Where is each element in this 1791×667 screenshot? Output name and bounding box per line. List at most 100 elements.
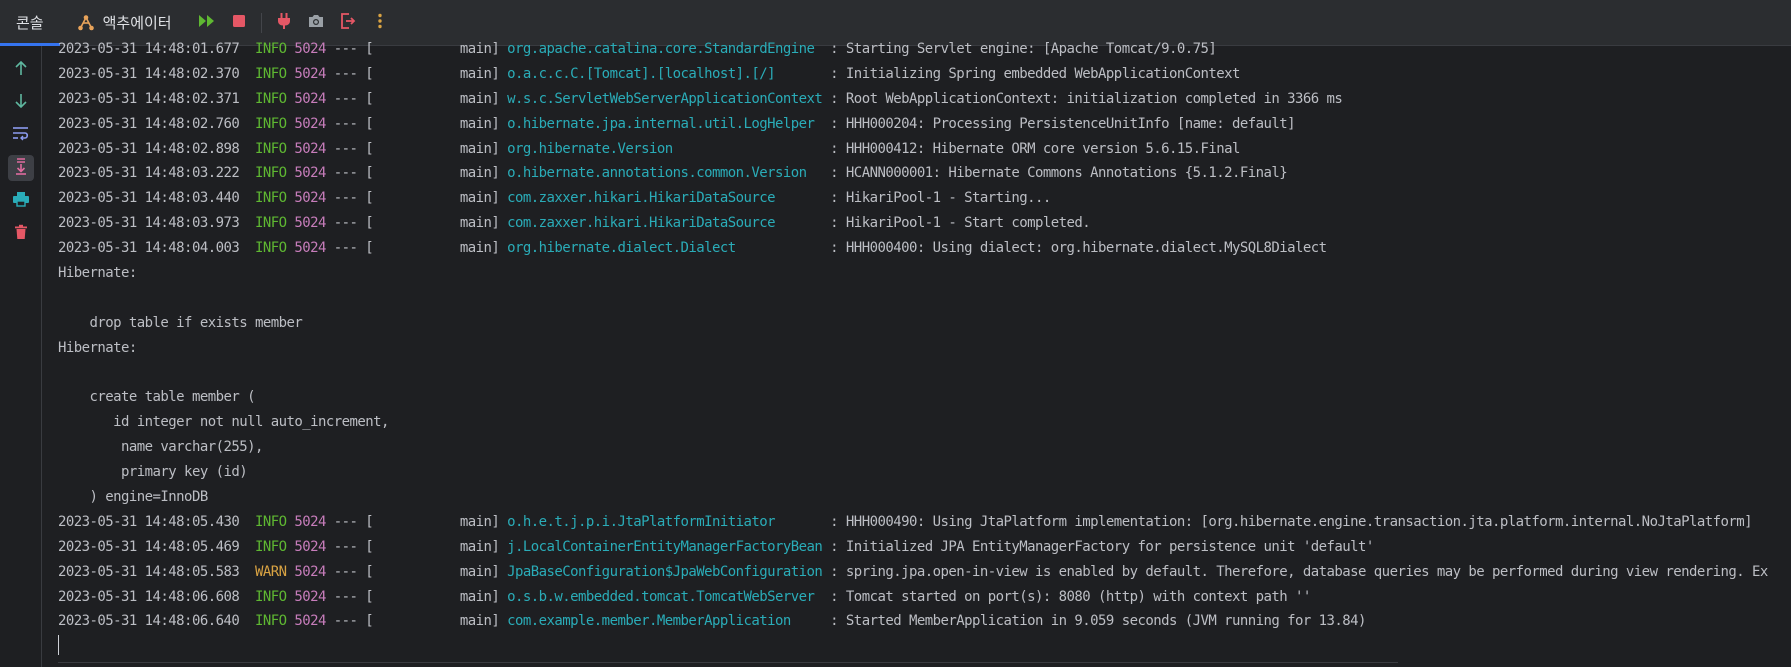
log-message: : HHH000400: Using dialect: org.hibernat… bbox=[822, 240, 1327, 257]
log-level: INFO bbox=[254, 165, 287, 182]
console-text-line: id integer not null auto_increment, bbox=[58, 410, 1791, 435]
stop-icon bbox=[232, 13, 246, 32]
log-separator: --- [ bbox=[325, 165, 374, 182]
log-logger: com.zaxxer.hikari.HikariDataSource bbox=[507, 215, 823, 232]
log-thread: main] bbox=[373, 613, 508, 630]
log-level: WARN bbox=[254, 563, 287, 580]
log-thread: main] bbox=[373, 588, 508, 605]
log-level: INFO bbox=[254, 41, 287, 57]
log-level: INFO bbox=[254, 215, 287, 232]
resume-button[interactable] bbox=[194, 10, 220, 36]
log-timestamp: 2023-05-31 14:48:02.371 bbox=[58, 90, 240, 107]
log-separator: --- [ bbox=[325, 613, 374, 630]
tab-console[interactable]: 콘솔 bbox=[0, 0, 60, 46]
log-message: : HikariPool-1 - Start completed. bbox=[822, 215, 1091, 232]
log-message: : HHH000490: Using JtaPlatform implement… bbox=[822, 513, 1752, 530]
run-tool-window: 콘솔 액추에이터 2023-05-31 14:48:01.677 INFO 50… bbox=[0, 0, 1791, 667]
log-line: 2023-05-31 14:48:02.370 INFO 5024 --- [ … bbox=[58, 62, 1791, 87]
scroll-to-end-button[interactable] bbox=[8, 155, 34, 181]
log-line: 2023-05-31 14:48:03.222 INFO 5024 --- [ … bbox=[58, 161, 1791, 186]
log-timestamp: 2023-05-31 14:48:03.973 bbox=[58, 215, 240, 232]
log-separator: --- [ bbox=[325, 140, 374, 157]
log-timestamp: 2023-05-31 14:48:04.003 bbox=[58, 240, 240, 257]
log-pid: 5024 bbox=[294, 513, 326, 530]
log-thread: main] bbox=[373, 240, 508, 257]
log-separator: --- [ bbox=[325, 115, 374, 132]
up-button[interactable] bbox=[8, 57, 34, 83]
log-thread: main] bbox=[373, 140, 508, 157]
log-level: INFO bbox=[254, 140, 287, 157]
console-text: id integer not null auto_increment, bbox=[58, 414, 389, 431]
console-side-toolbar bbox=[0, 46, 42, 667]
log-logger: o.a.c.c.C.[Tomcat].[localhost].[/] bbox=[507, 65, 823, 82]
log-line: 2023-05-31 14:48:03.440 INFO 5024 --- [ … bbox=[58, 186, 1791, 211]
console-text-line: drop table if exists member bbox=[58, 311, 1791, 336]
console-text: Hibernate: bbox=[58, 339, 145, 356]
log-timestamp: 2023-05-31 14:48:05.430 bbox=[58, 513, 240, 530]
log-logger: j.LocalContainerEntityManagerFactoryBean bbox=[507, 538, 823, 555]
log-pid: 5024 bbox=[294, 588, 326, 605]
console-text-line: create table member ( bbox=[58, 385, 1791, 410]
console-text-line bbox=[58, 361, 1791, 386]
down-button[interactable] bbox=[8, 90, 34, 116]
log-line: 2023-05-31 14:48:02.898 INFO 5024 --- [ … bbox=[58, 137, 1791, 162]
log-timestamp: 2023-05-31 14:48:02.370 bbox=[58, 65, 240, 82]
log-pid: 5024 bbox=[294, 165, 326, 182]
log-logger: JpaBaseConfiguration$JpaWebConfiguration bbox=[507, 563, 823, 580]
log-pid: 5024 bbox=[294, 190, 326, 207]
trash-icon bbox=[14, 224, 28, 244]
log-message: : HHH000204: Processing PersistenceUnitI… bbox=[822, 115, 1296, 132]
log-pid: 5024 bbox=[294, 215, 326, 232]
log-level: INFO bbox=[254, 513, 287, 530]
log-line: 2023-05-31 14:48:06.640 INFO 5024 --- [ … bbox=[58, 609, 1791, 634]
clear-all-button[interactable] bbox=[8, 221, 34, 247]
console-text: primary key (id) bbox=[58, 464, 248, 481]
print-button[interactable] bbox=[8, 188, 34, 214]
log-timestamp: 2023-05-31 14:48:03.222 bbox=[58, 165, 240, 182]
log-thread: main] bbox=[373, 90, 508, 107]
log-pid: 5024 bbox=[294, 65, 326, 82]
log-logger: w.s.c.ServletWebServerApplicationContext bbox=[507, 90, 823, 107]
log-message: : Tomcat started on port(s): 8080 (http)… bbox=[822, 588, 1311, 605]
more-options-button[interactable] bbox=[367, 10, 393, 36]
log-timestamp: 2023-05-31 14:48:01.677 bbox=[58, 41, 240, 57]
log-separator: --- [ bbox=[325, 588, 374, 605]
log-thread: main] bbox=[373, 41, 508, 57]
log-pid: 5024 bbox=[294, 240, 326, 257]
log-logger: com.zaxxer.hikari.HikariDataSource bbox=[507, 190, 823, 207]
log-message: : Starting Servlet engine: [Apache Tomca… bbox=[822, 41, 1217, 57]
log-thread: main] bbox=[373, 115, 508, 132]
scroll-to-end-icon bbox=[13, 157, 29, 179]
plug-button[interactable] bbox=[271, 10, 297, 36]
log-pid: 5024 bbox=[294, 563, 326, 580]
log-level: INFO bbox=[254, 613, 287, 630]
log-line: 2023-05-31 14:48:05.583 WARN 5024 --- [ … bbox=[58, 560, 1791, 585]
log-thread: main] bbox=[373, 538, 508, 555]
log-separator: --- [ bbox=[325, 563, 374, 580]
log-line: 2023-05-31 14:48:05.430 INFO 5024 --- [ … bbox=[58, 510, 1791, 535]
exit-button[interactable] bbox=[335, 10, 361, 36]
console-text-line: Hibernate: bbox=[58, 336, 1791, 361]
log-logger: o.s.b.w.embedded.tomcat.TomcatWebServer bbox=[507, 588, 823, 605]
screenshot-button[interactable] bbox=[303, 10, 329, 36]
console-output[interactable]: 2023-05-31 14:48:01.677 INFO 5024 --- [ … bbox=[58, 37, 1791, 667]
log-logger: org.hibernate.Version bbox=[507, 140, 823, 157]
log-message: : HCANN000001: Hibernate Commons Annotat… bbox=[822, 165, 1288, 182]
console-text: ) engine=InnoDB bbox=[58, 489, 209, 506]
log-level: INFO bbox=[254, 588, 287, 605]
print-icon bbox=[12, 191, 30, 211]
log-timestamp: 2023-05-31 14:48:03.440 bbox=[58, 190, 240, 207]
console-text: name varchar(255), bbox=[58, 439, 263, 456]
console-bottom-border bbox=[58, 662, 1398, 663]
soft-wrap-button[interactable] bbox=[8, 122, 34, 148]
log-timestamp: 2023-05-31 14:48:02.898 bbox=[58, 140, 240, 157]
console-text-line: Hibernate: bbox=[58, 261, 1791, 286]
stop-button[interactable] bbox=[226, 10, 252, 36]
log-line: 2023-05-31 14:48:01.677 INFO 5024 --- [ … bbox=[58, 37, 1791, 62]
text-caret bbox=[58, 635, 59, 655]
log-separator: --- [ bbox=[325, 90, 374, 107]
log-message: : Started MemberApplication in 9.059 sec… bbox=[822, 613, 1366, 630]
log-pid: 5024 bbox=[294, 115, 326, 132]
log-pid: 5024 bbox=[294, 140, 326, 157]
log-separator: --- [ bbox=[325, 215, 374, 232]
